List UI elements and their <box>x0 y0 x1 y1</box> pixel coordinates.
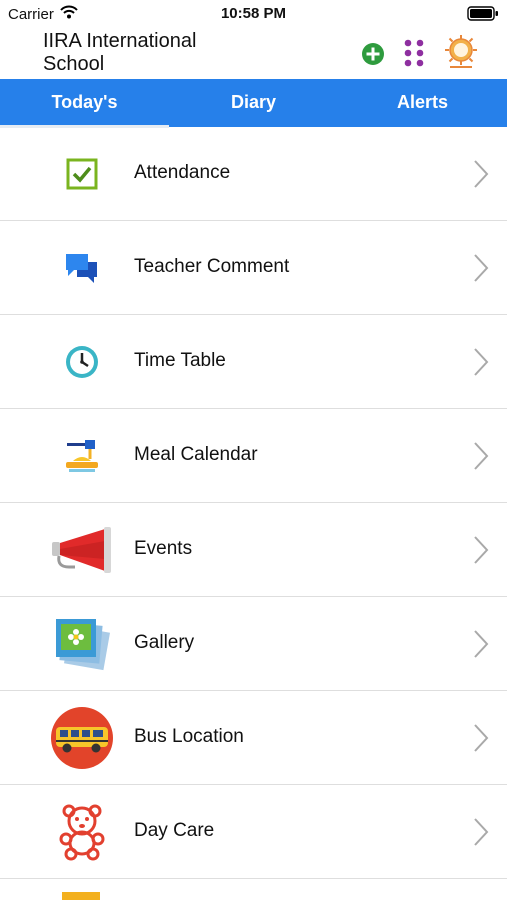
tab-todays[interactable]: Today's <box>0 79 169 128</box>
menu-item-label: Time Table <box>134 350 226 371</box>
tab-alerts[interactable]: Alerts <box>338 79 507 127</box>
menu-item-time-table[interactable]: Time Table <box>0 315 507 409</box>
tab-diary[interactable]: Diary <box>169 79 338 127</box>
apps-grid-icon <box>404 39 424 67</box>
status-bar: Carrier 10:58 PM <box>0 0 507 28</box>
chevron-right-icon <box>473 441 489 476</box>
chevron-right-icon <box>473 817 489 852</box>
menu-item-day-care[interactable]: Day Care <box>0 785 507 879</box>
megaphone-icon <box>46 518 118 582</box>
menu-item-teacher-comment[interactable]: Teacher Comment <box>0 221 507 315</box>
apps-menu-button[interactable] <box>403 38 425 73</box>
tab-bar: Today's Diary Alerts <box>0 79 507 128</box>
menu-item-gallery[interactable]: Gallery <box>0 597 507 691</box>
attendance-checkbox-icon <box>46 142 118 206</box>
menu-item-label: Attendance <box>134 162 231 183</box>
plus-icon <box>362 43 384 65</box>
app-header: IIRA International School <box>0 28 507 78</box>
menu-item-bus-location[interactable]: Bus Location <box>0 691 507 785</box>
battery-icon <box>467 6 499 26</box>
meal-icon <box>46 424 118 488</box>
school-logo[interactable] <box>444 34 478 75</box>
chevron-right-icon <box>473 629 489 664</box>
menu-item-meal-calendar[interactable]: Meal Calendar <box>0 409 507 503</box>
teddy-bear-icon <box>46 800 118 864</box>
chevron-right-icon <box>473 347 489 382</box>
chevron-right-icon <box>473 723 489 758</box>
menu-item-events[interactable]: Events <box>0 503 507 597</box>
add-button[interactable] <box>361 42 385 71</box>
chevron-right-icon <box>473 535 489 570</box>
menu-item-attendance[interactable]: Attendance <box>0 127 507 221</box>
menu-item-label: Events <box>134 538 193 559</box>
chevron-right-icon <box>473 159 489 194</box>
chevron-right-icon <box>473 253 489 288</box>
menu-item-label: Teacher Comment <box>134 256 290 277</box>
menu-item-partial[interactable] <box>0 879 507 900</box>
status-time: 10:58 PM <box>220 5 287 22</box>
gallery-photos-icon <box>46 612 118 676</box>
chat-bubbles-icon <box>46 236 118 300</box>
partial-item-icon <box>62 892 100 900</box>
menu-item-label: Gallery <box>134 632 195 653</box>
school-bus-icon <box>46 706 118 770</box>
menu-item-label: Meal Calendar <box>134 444 258 465</box>
clock-icon <box>46 330 118 394</box>
menu-item-label: Bus Location <box>134 726 244 747</box>
menu-item-label: Day Care <box>134 820 215 841</box>
menu-list: Attendance Teacher Comment Time Table Me… <box>0 127 507 900</box>
school-name: IIRA International School <box>43 30 197 75</box>
